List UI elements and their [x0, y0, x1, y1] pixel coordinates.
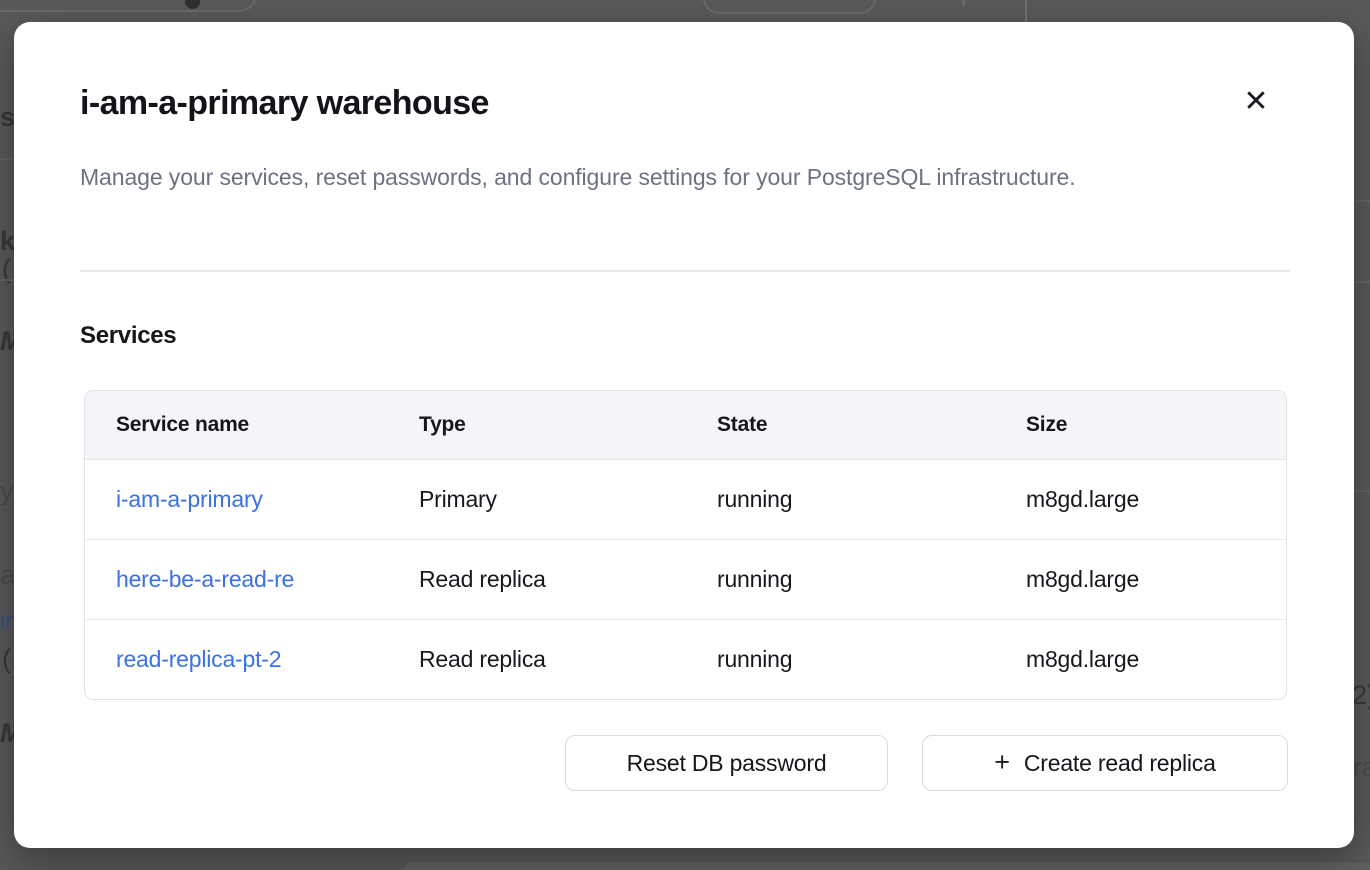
- service-state: running: [686, 459, 995, 539]
- background-pill-tab: [703, 0, 876, 14]
- background-text-fragment: ra: [1353, 752, 1370, 783]
- background-line: [1354, 490, 1370, 492]
- column-header-size: Size: [995, 391, 1287, 459]
- dialog-description: Manage your services, reset passwords, a…: [80, 156, 1130, 198]
- background-text-fragment: 2): [1352, 680, 1370, 711]
- table-row: here-be-a-read-re Read replica running m…: [85, 539, 1287, 619]
- background-line: [0, 158, 14, 160]
- column-header-state: State: [686, 391, 995, 459]
- reset-db-password-button[interactable]: Reset DB password: [565, 735, 888, 791]
- create-read-replica-button[interactable]: + Create read replica: [922, 735, 1288, 791]
- background-divider-line: [1025, 0, 1027, 22]
- service-link[interactable]: read-replica-pt-2: [116, 646, 281, 672]
- background-card-edge: [402, 863, 1370, 870]
- background-tick-mark: [962, 0, 965, 6]
- column-header-type: Type: [388, 391, 686, 459]
- service-type: Read replica: [388, 539, 686, 619]
- service-size: m8gd.large: [995, 459, 1287, 539]
- background-pill-button: [0, 0, 257, 12]
- service-state: running: [686, 539, 995, 619]
- background-line: [1354, 281, 1370, 283]
- table-row: i-am-a-primary Primary running m8gd.larg…: [85, 459, 1287, 539]
- table-header-row: Service name Type State Size: [85, 391, 1287, 459]
- background-text-fragment: y: [0, 476, 13, 507]
- service-type: Primary: [388, 459, 686, 539]
- background-line: [0, 279, 14, 281]
- close-icon[interactable]: ✕: [1236, 82, 1276, 122]
- service-size: m8gd.large: [995, 619, 1287, 699]
- service-state: running: [686, 619, 995, 699]
- service-type: Read replica: [388, 619, 686, 699]
- service-size: m8gd.large: [995, 539, 1287, 619]
- create-read-replica-label: Create read replica: [1024, 750, 1216, 777]
- service-link[interactable]: here-be-a-read-re: [116, 566, 294, 592]
- reset-db-password-label: Reset DB password: [627, 750, 827, 777]
- services-heading: Services: [80, 322, 176, 350]
- plus-icon: +: [994, 749, 1010, 776]
- background-text-fragment: (: [2, 644, 11, 675]
- service-link[interactable]: i-am-a-primary: [116, 486, 263, 512]
- warehouse-dialog: i-am-a-primary warehouse ✕ Manage your s…: [14, 22, 1354, 848]
- column-header-service-name: Service name: [85, 391, 388, 459]
- divider: [80, 270, 1290, 272]
- table-row: read-replica-pt-2 Read replica running m…: [85, 619, 1287, 699]
- services-table: Service name Type State Size i-am-a-prim…: [84, 390, 1287, 700]
- dialog-title: i-am-a-primary warehouse: [80, 82, 489, 124]
- background-line: [1354, 200, 1370, 202]
